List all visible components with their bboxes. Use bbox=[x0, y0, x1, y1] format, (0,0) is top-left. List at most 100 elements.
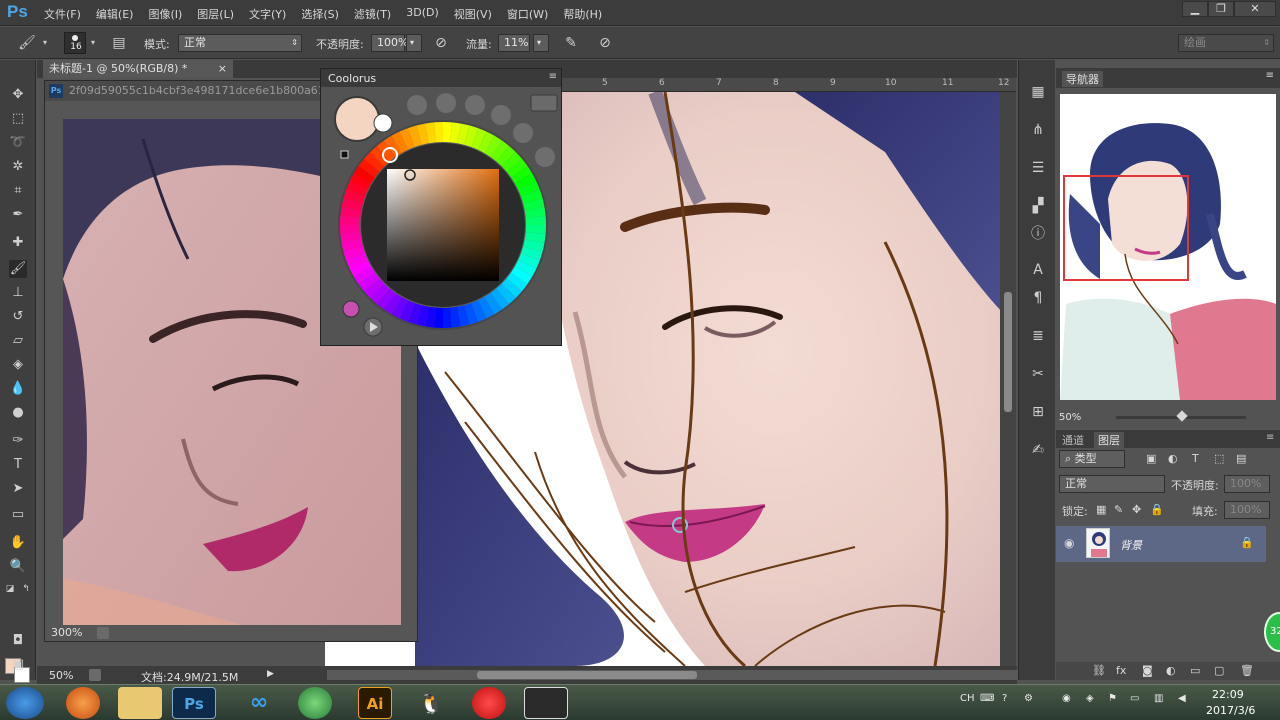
illustrator-taskbar-icon[interactable]: Ai bbox=[358, 687, 392, 719]
brush-size-picker[interactable]: 16 bbox=[64, 32, 86, 54]
preset-dropdown-icon[interactable]: ▾ bbox=[40, 34, 50, 52]
minimize-button[interactable]: ▁ bbox=[1182, 1, 1208, 17]
eraser-tool-icon[interactable]: ▱ bbox=[9, 332, 27, 350]
lock-paint-icon[interactable]: ✎ bbox=[1114, 503, 1123, 516]
brush-panel-toggle-icon[interactable]: ▤ bbox=[110, 34, 128, 52]
status-arrow-icon[interactable]: ▶ bbox=[267, 669, 274, 679]
workspace-select[interactable]: 绘画 ⇕ bbox=[1178, 34, 1274, 52]
reference-zoom-level[interactable]: 300% bbox=[51, 626, 82, 639]
navigator-zoom[interactable]: 50% bbox=[1059, 412, 1081, 423]
mode-select[interactable]: 正常 ⇕ bbox=[178, 34, 302, 52]
monitor-tray-icon[interactable]: ▭ bbox=[1130, 693, 1139, 704]
actions-panel-icon[interactable]: ≣ bbox=[1028, 326, 1048, 346]
brush-panel-icon[interactable]: ⋔ bbox=[1028, 120, 1048, 140]
brush-presets-icon[interactable]: ✍ bbox=[1028, 440, 1048, 460]
lock-position-icon[interactable]: ✥ bbox=[1132, 503, 1141, 516]
brush-preset-icon[interactable] bbox=[407, 95, 427, 115]
link-layers-icon[interactable]: ⛓ bbox=[1092, 664, 1106, 677]
pen-tool-icon[interactable]: ✑ bbox=[9, 432, 27, 450]
flow-dropdown-icon[interactable]: ▾ bbox=[533, 34, 549, 52]
new-adjustment-icon[interactable]: ◐ bbox=[1166, 664, 1176, 677]
menu-view[interactable]: 视图(V) bbox=[454, 6, 492, 22]
filter-adjust-icon[interactable]: ◐ bbox=[1168, 452, 1178, 465]
eyedropper-tool-icon[interactable]: ✒ bbox=[9, 206, 27, 224]
adjustments-panel-icon[interactable]: ☰ bbox=[1028, 158, 1048, 178]
blend-mode-select[interactable]: 正常 bbox=[1059, 475, 1165, 493]
menu-image[interactable]: 图像(I) bbox=[148, 6, 182, 22]
color-mode-icon[interactable] bbox=[342, 300, 360, 318]
settings-gear-icon[interactable] bbox=[530, 94, 558, 112]
filter-pixel-icon[interactable]: ▣ bbox=[1146, 452, 1156, 465]
security-tray-icon[interactable]: ◈ bbox=[1086, 693, 1094, 704]
menu-file[interactable]: 文件(F) bbox=[44, 6, 81, 22]
layer-name[interactable]: 背景 bbox=[1120, 537, 1142, 553]
path-select-tool-icon[interactable]: ➤ bbox=[9, 480, 27, 498]
character-panel-icon[interactable]: A bbox=[1028, 260, 1048, 280]
filter-shape-icon[interactable]: ⬚ bbox=[1214, 452, 1224, 465]
menu-layer[interactable]: 图层(L) bbox=[197, 6, 234, 22]
opacity-field[interactable]: 100% bbox=[371, 34, 408, 52]
restore-button[interactable]: ❐ bbox=[1208, 1, 1234, 17]
brush-preset-icon[interactable] bbox=[436, 93, 456, 113]
network-tray-icon[interactable]: ▥ bbox=[1154, 693, 1163, 704]
horizontal-scrollbar[interactable] bbox=[327, 670, 1033, 680]
reset-colors-icon[interactable] bbox=[340, 150, 349, 159]
status-info-icon[interactable] bbox=[89, 669, 101, 681]
menu-3d[interactable]: 3D(D) bbox=[406, 6, 439, 22]
clone-source-icon[interactable]: ⊞ bbox=[1028, 402, 1048, 422]
tab-layers[interactable]: 图层 bbox=[1094, 432, 1124, 448]
marquee-tool-icon[interactable]: ⬚ bbox=[9, 110, 27, 128]
color-wheel-widget[interactable] bbox=[321, 87, 561, 345]
qq-tray-icon[interactable]: ◉ bbox=[1062, 693, 1071, 704]
layer-opacity-field[interactable]: 100% bbox=[1224, 475, 1270, 493]
menu-help[interactable]: 帮助(H) bbox=[563, 6, 602, 22]
clone-stamp-tool-icon[interactable]: ⊥ bbox=[9, 284, 27, 302]
airbrush-icon[interactable]: ✎ bbox=[562, 34, 580, 52]
move-tool-icon[interactable]: ✥ bbox=[9, 86, 27, 104]
horizontal-scroll-thumb[interactable] bbox=[477, 671, 697, 679]
add-mask-icon[interactable]: ◙ bbox=[1142, 664, 1153, 677]
brush-tool-preset-icon[interactable]: 🖌 bbox=[18, 34, 36, 52]
tool-presets-icon[interactable]: ✂ bbox=[1028, 364, 1048, 384]
visibility-eye-icon[interactable]: ◉ bbox=[1064, 536, 1074, 550]
volume-tray-icon[interactable]: ◀ bbox=[1178, 693, 1186, 704]
reference-info-icon[interactable] bbox=[97, 627, 109, 639]
navigator-tab[interactable]: 导航器 bbox=[1062, 71, 1103, 87]
tab-channels[interactable]: 通道 bbox=[1062, 432, 1084, 448]
menu-filter[interactable]: 滤镜(T) bbox=[354, 6, 391, 22]
pressure-size-icon[interactable]: ⊘ bbox=[596, 34, 614, 52]
clock-date[interactable]: 2017/3/6 bbox=[1206, 704, 1255, 717]
default-colors-icon[interactable]: ◪ bbox=[4, 580, 16, 598]
type-tool-icon[interactable]: T bbox=[9, 456, 27, 474]
flow-field[interactable]: 11% bbox=[498, 34, 530, 52]
flag-tray-icon[interactable]: ⚑ bbox=[1108, 693, 1117, 704]
info-panel-icon[interactable]: ⓘ bbox=[1028, 224, 1048, 244]
quick-mask-icon[interactable]: ◘ bbox=[9, 632, 27, 650]
close-button[interactable]: ✕ bbox=[1234, 1, 1276, 17]
filter-type-icon[interactable]: T bbox=[1192, 452, 1199, 465]
crop-tool-icon[interactable]: ⌗ bbox=[9, 182, 27, 200]
new-group-icon[interactable]: ▭ bbox=[1190, 664, 1200, 677]
music-player-icon[interactable] bbox=[472, 687, 506, 719]
menu-select[interactable]: 选择(S) bbox=[301, 6, 339, 22]
vertical-scroll-thumb[interactable] bbox=[1004, 292, 1012, 412]
screen-recorder-icon[interactable] bbox=[524, 687, 568, 719]
swap-colors-icon[interactable]: ↰ bbox=[20, 580, 32, 598]
firefox-icon[interactable] bbox=[66, 687, 100, 719]
pressure-opacity-icon[interactable]: ⊘ bbox=[432, 34, 450, 52]
navigator-zoom-thumb[interactable] bbox=[1176, 410, 1188, 422]
blur-tool-icon[interactable]: 💧 bbox=[9, 380, 27, 398]
dodge-tool-icon[interactable]: ● bbox=[9, 404, 27, 422]
new-layer-icon[interactable]: ▢ bbox=[1214, 664, 1224, 677]
navigator-preview[interactable] bbox=[1060, 94, 1276, 400]
browser-icon[interactable] bbox=[298, 687, 332, 719]
brush-preset-icon[interactable] bbox=[465, 95, 485, 115]
menu-edit[interactable]: 编辑(E) bbox=[96, 6, 134, 22]
input-language[interactable]: CH bbox=[960, 693, 975, 704]
zoom-tool-icon[interactable]: 🔍 bbox=[9, 558, 27, 576]
current-color-swatch[interactable] bbox=[334, 96, 380, 142]
opacity-dropdown-icon[interactable]: ▾ bbox=[406, 34, 422, 52]
delete-layer-icon[interactable]: 🗑 bbox=[1240, 664, 1254, 677]
layer-row[interactable]: ◉ 背景 🔒 bbox=[1056, 526, 1266, 562]
coolorus-header[interactable]: Coolorus ≡ bbox=[321, 69, 561, 87]
